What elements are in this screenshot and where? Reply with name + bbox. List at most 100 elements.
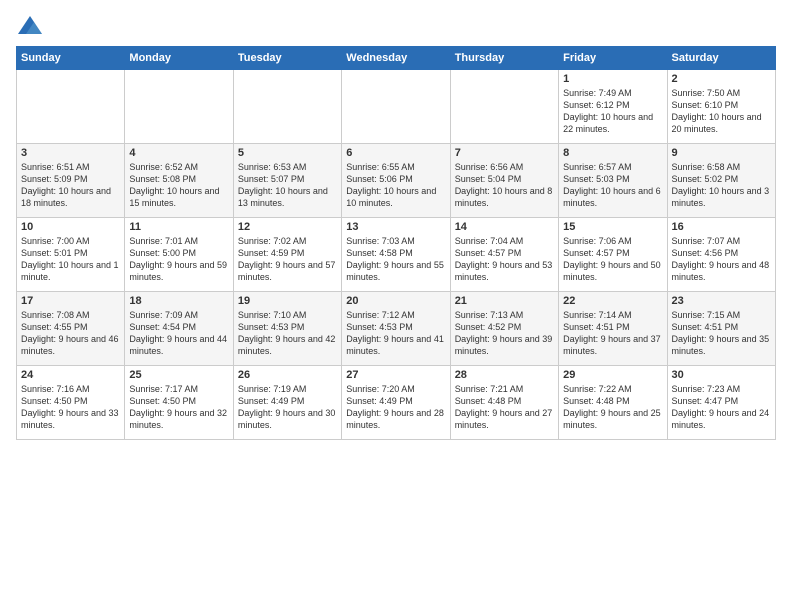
day-number: 16 <box>672 221 771 233</box>
cell-content: Sunrise: 7:12 AM Sunset: 4:53 PM Dayligh… <box>346 309 445 358</box>
day-number: 26 <box>238 369 337 381</box>
cell-content: Sunrise: 7:00 AM Sunset: 5:01 PM Dayligh… <box>21 235 120 284</box>
logo <box>16 12 48 40</box>
cell-content: Sunrise: 6:51 AM Sunset: 5:09 PM Dayligh… <box>21 161 120 210</box>
calendar-cell: 17 Sunrise: 7:08 AM Sunset: 4:55 PM Dayli… <box>17 292 125 366</box>
cell-content: Sunrise: 6:58 AM Sunset: 5:02 PM Dayligh… <box>672 161 771 210</box>
cell-content: Sunrise: 6:55 AM Sunset: 5:06 PM Dayligh… <box>346 161 445 210</box>
calendar-cell: 26 Sunrise: 7:19 AM Sunset: 4:49 PM Dayli… <box>233 366 341 440</box>
day-number: 24 <box>21 369 120 381</box>
week-row-3: 17 Sunrise: 7:08 AM Sunset: 4:55 PM Dayli… <box>17 292 776 366</box>
calendar: SundayMondayTuesdayWednesdayThursdayFrid… <box>16 46 776 440</box>
day-number: 17 <box>21 295 120 307</box>
calendar-cell: 30 Sunrise: 7:23 AM Sunset: 4:47 PM Dayli… <box>667 366 775 440</box>
cell-content: Sunrise: 7:03 AM Sunset: 4:58 PM Dayligh… <box>346 235 445 284</box>
day-number: 15 <box>563 221 662 233</box>
cell-content: Sunrise: 7:19 AM Sunset: 4:49 PM Dayligh… <box>238 383 337 432</box>
day-number: 27 <box>346 369 445 381</box>
day-number: 13 <box>346 221 445 233</box>
calendar-cell: 9 Sunrise: 6:58 AM Sunset: 5:02 PM Daylig… <box>667 144 775 218</box>
header-saturday: Saturday <box>667 47 775 70</box>
calendar-cell: 20Sunrise: 7:12 AM Sunset: 4:53 PM Dayli… <box>342 292 450 366</box>
calendar-cell <box>233 70 341 144</box>
calendar-cell: 3 Sunrise: 6:51 AM Sunset: 5:09 PM Daylig… <box>17 144 125 218</box>
calendar-cell <box>17 70 125 144</box>
cell-content: Sunrise: 7:50 AM Sunset: 6:10 PM Dayligh… <box>672 87 771 136</box>
calendar-cell: 27 Sunrise: 7:20 AM Sunset: 4:49 PM Dayli… <box>342 366 450 440</box>
calendar-cell: 10 Sunrise: 7:00 AM Sunset: 5:01 PM Dayli… <box>17 218 125 292</box>
calendar-cell: 18 Sunrise: 7:09 AM Sunset: 4:54 PM Dayli… <box>125 292 233 366</box>
cell-content: Sunrise: 7:15 AM Sunset: 4:51 PM Dayligh… <box>672 309 771 358</box>
calendar-cell: 23 Sunrise: 7:15 AM Sunset: 4:51 PM Dayli… <box>667 292 775 366</box>
day-number: 12 <box>238 221 337 233</box>
day-number: 14 <box>455 221 554 233</box>
calendar-cell: 12Sunrise: 7:02 AM Sunset: 4:59 PM Dayli… <box>233 218 341 292</box>
cell-content: Sunrise: 7:16 AM Sunset: 4:50 PM Dayligh… <box>21 383 120 432</box>
day-number: 18 <box>129 295 228 307</box>
cell-content: Sunrise: 6:53 AM Sunset: 5:07 PM Dayligh… <box>238 161 337 210</box>
cell-content: Sunrise: 6:57 AM Sunset: 5:03 PM Dayligh… <box>563 161 662 210</box>
cell-content: Sunrise: 7:22 AM Sunset: 4:48 PM Dayligh… <box>563 383 662 432</box>
cell-content: Sunrise: 7:08 AM Sunset: 4:55 PM Dayligh… <box>21 309 120 358</box>
calendar-cell: 22Sunrise: 7:14 AM Sunset: 4:51 PM Dayli… <box>559 292 667 366</box>
calendar-cell: 4 Sunrise: 6:52 AM Sunset: 5:08 PM Daylig… <box>125 144 233 218</box>
cell-content: Sunrise: 7:21 AM Sunset: 4:48 PM Dayligh… <box>455 383 554 432</box>
cell-content: Sunrise: 7:04 AM Sunset: 4:57 PM Dayligh… <box>455 235 554 284</box>
header-thursday: Thursday <box>450 47 558 70</box>
day-number: 3 <box>21 147 120 159</box>
day-number: 22 <box>563 295 662 307</box>
day-number: 8 <box>563 147 662 159</box>
header-friday: Friday <box>559 47 667 70</box>
cell-content: Sunrise: 7:10 AM Sunset: 4:53 PM Dayligh… <box>238 309 337 358</box>
calendar-cell: 21 Sunrise: 7:13 AM Sunset: 4:52 PM Dayli… <box>450 292 558 366</box>
day-number: 21 <box>455 295 554 307</box>
cell-content: Sunrise: 7:06 AM Sunset: 4:57 PM Dayligh… <box>563 235 662 284</box>
cell-content: Sunrise: 6:56 AM Sunset: 5:04 PM Dayligh… <box>455 161 554 210</box>
day-number: 30 <box>672 369 771 381</box>
logo-icon <box>16 12 44 40</box>
calendar-cell: 19 Sunrise: 7:10 AM Sunset: 4:53 PM Dayli… <box>233 292 341 366</box>
week-row-0: 1Sunrise: 7:49 AM Sunset: 6:12 PM Daylig… <box>17 70 776 144</box>
calendar-cell: 14 Sunrise: 7:04 AM Sunset: 4:57 PM Dayli… <box>450 218 558 292</box>
day-number: 1 <box>563 73 662 85</box>
day-number: 9 <box>672 147 771 159</box>
calendar-cell <box>342 70 450 144</box>
day-number: 6 <box>346 147 445 159</box>
header-tuesday: Tuesday <box>233 47 341 70</box>
calendar-cell: 25 Sunrise: 7:17 AM Sunset: 4:50 PM Dayli… <box>125 366 233 440</box>
day-number: 5 <box>238 147 337 159</box>
calendar-cell: 11Sunrise: 7:01 AM Sunset: 5:00 PM Dayli… <box>125 218 233 292</box>
calendar-cell: 2 Sunrise: 7:50 AM Sunset: 6:10 PM Daylig… <box>667 70 775 144</box>
cell-content: Sunrise: 6:52 AM Sunset: 5:08 PM Dayligh… <box>129 161 228 210</box>
day-number: 25 <box>129 369 228 381</box>
day-number: 28 <box>455 369 554 381</box>
week-row-4: 24 Sunrise: 7:16 AM Sunset: 4:50 PM Dayli… <box>17 366 776 440</box>
header <box>16 12 776 40</box>
calendar-cell: 16 Sunrise: 7:07 AM Sunset: 4:56 PM Dayli… <box>667 218 775 292</box>
page: SundayMondayTuesdayWednesdayThursdayFrid… <box>0 0 792 448</box>
day-number: 7 <box>455 147 554 159</box>
calendar-cell: 8 Sunrise: 6:57 AM Sunset: 5:03 PM Daylig… <box>559 144 667 218</box>
cell-content: Sunrise: 7:09 AM Sunset: 4:54 PM Dayligh… <box>129 309 228 358</box>
header-sunday: Sunday <box>17 47 125 70</box>
day-number: 4 <box>129 147 228 159</box>
calendar-cell: 13 Sunrise: 7:03 AM Sunset: 4:58 PM Dayli… <box>342 218 450 292</box>
cell-content: Sunrise: 7:17 AM Sunset: 4:50 PM Dayligh… <box>129 383 228 432</box>
cell-content: Sunrise: 7:01 AM Sunset: 5:00 PM Dayligh… <box>129 235 228 284</box>
calendar-cell: 6 Sunrise: 6:55 AM Sunset: 5:06 PM Daylig… <box>342 144 450 218</box>
calendar-header-row: SundayMondayTuesdayWednesdayThursdayFrid… <box>17 47 776 70</box>
calendar-cell: 7 Sunrise: 6:56 AM Sunset: 5:04 PM Daylig… <box>450 144 558 218</box>
calendar-cell: 29Sunrise: 7:22 AM Sunset: 4:48 PM Dayli… <box>559 366 667 440</box>
cell-content: Sunrise: 7:07 AM Sunset: 4:56 PM Dayligh… <box>672 235 771 284</box>
calendar-cell: 24 Sunrise: 7:16 AM Sunset: 4:50 PM Dayli… <box>17 366 125 440</box>
cell-content: Sunrise: 7:20 AM Sunset: 4:49 PM Dayligh… <box>346 383 445 432</box>
day-number: 2 <box>672 73 771 85</box>
cell-content: Sunrise: 7:13 AM Sunset: 4:52 PM Dayligh… <box>455 309 554 358</box>
calendar-cell: 28 Sunrise: 7:21 AM Sunset: 4:48 PM Dayli… <box>450 366 558 440</box>
calendar-cell <box>450 70 558 144</box>
cell-content: Sunrise: 7:23 AM Sunset: 4:47 PM Dayligh… <box>672 383 771 432</box>
day-number: 19 <box>238 295 337 307</box>
day-number: 23 <box>672 295 771 307</box>
header-monday: Monday <box>125 47 233 70</box>
day-number: 10 <box>21 221 120 233</box>
